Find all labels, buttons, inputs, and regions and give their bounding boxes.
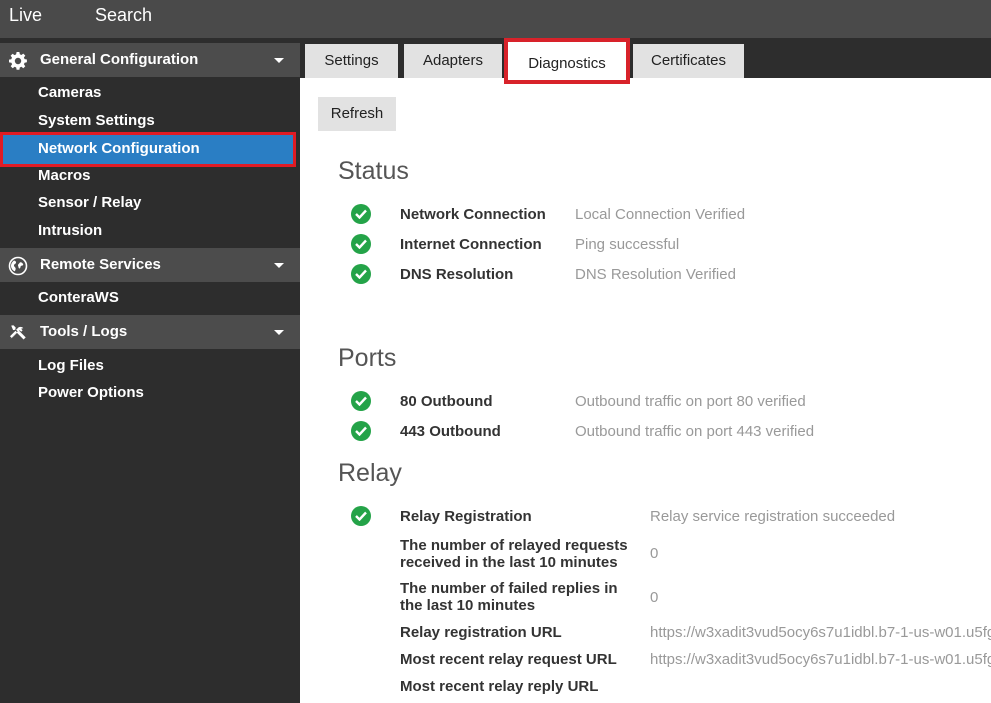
tab-certificates[interactable]: Certificates bbox=[633, 44, 744, 78]
relay-section-title: Relay bbox=[338, 459, 402, 487]
gear-icon bbox=[8, 51, 28, 71]
sidebar-item-label: Intrusion bbox=[38, 222, 103, 239]
port-value: Outbound traffic on port 443 verified bbox=[575, 423, 815, 440]
relay-label: The number of failed replies in the last… bbox=[400, 580, 618, 614]
status-value: Ping successful bbox=[575, 236, 680, 253]
status-value: DNS Resolution Verified bbox=[575, 266, 736, 283]
port-value: Outbound traffic on port 80 verified bbox=[575, 393, 806, 410]
status-label: Internet Connection bbox=[400, 236, 542, 253]
refresh-button[interactable]: Refresh bbox=[318, 97, 396, 131]
tab-adapters[interactable]: Adapters bbox=[404, 44, 502, 78]
relay-label: Relay Registration bbox=[400, 508, 532, 525]
check-icon bbox=[351, 391, 371, 411]
status-value: Local Connection Verified bbox=[575, 206, 746, 223]
check-icon bbox=[351, 204, 371, 224]
general-configuration-label: General Configuration bbox=[40, 51, 199, 68]
check-icon bbox=[351, 264, 371, 284]
relay-label: Most recent relay reply URL bbox=[400, 678, 599, 695]
search-nav-link[interactable]: Search bbox=[95, 5, 152, 26]
sidebar-item-label: System Settings bbox=[38, 112, 155, 129]
remote-services-label: Remote Services bbox=[40, 256, 161, 273]
relay-label: Relay registration URL bbox=[400, 624, 562, 641]
tab-diagnostics[interactable]: Diagnostics bbox=[504, 38, 630, 84]
sidebar-item-conterows[interactable]: ConteraWS bbox=[0, 285, 300, 312]
status-label: DNS Resolution bbox=[400, 266, 514, 283]
chevron-down-icon bbox=[274, 330, 284, 335]
remote-services-header[interactable]: Remote Services bbox=[0, 248, 300, 282]
relay-url-value: https://w3xadit3vud5ocy6s7u1idbl.b7-1-us… bbox=[650, 651, 991, 668]
top-nav-bar: Live Search bbox=[0, 0, 991, 38]
check-icon bbox=[351, 421, 371, 441]
sidebar-item-cameras[interactable]: Cameras bbox=[0, 80, 300, 107]
status-label: Network Connection bbox=[400, 206, 546, 223]
live-nav-link[interactable]: Live bbox=[9, 5, 42, 26]
port-label: 80 Outbound bbox=[400, 393, 493, 410]
tab-bar: Settings Adapters Diagnostics Certificat… bbox=[300, 38, 991, 84]
sidebar-item-label: Cameras bbox=[38, 84, 102, 101]
relay-url-value: https://w3xadit3vud5ocy6s7u1idbl.b7-1-us… bbox=[650, 624, 991, 641]
relay-value: Relay service registration succeeded bbox=[650, 508, 896, 525]
relay-label: Most recent relay request URL bbox=[400, 651, 617, 668]
ports-section-title: Ports bbox=[338, 344, 397, 372]
sidebar: General Configuration Cameras System Set… bbox=[0, 38, 300, 703]
sidebar-item-system-settings[interactable]: System Settings bbox=[0, 108, 300, 135]
sidebar-item-label: ConteraWS bbox=[38, 289, 119, 306]
sidebar-item-intrusion[interactable]: Intrusion bbox=[0, 218, 300, 245]
check-icon bbox=[351, 234, 371, 254]
sidebar-item-label: Sensor / Relay bbox=[38, 194, 142, 211]
general-configuration-header[interactable]: General Configuration bbox=[0, 43, 300, 77]
sidebar-item-power-options[interactable]: Power Options bbox=[0, 380, 300, 407]
tools-icon bbox=[8, 323, 28, 343]
port-label: 443 Outbound bbox=[400, 423, 501, 440]
relay-value: 0 bbox=[650, 545, 659, 562]
chevron-down-icon bbox=[274, 58, 284, 63]
globe-icon bbox=[8, 256, 28, 276]
relay-label: The number of relayed requests received … bbox=[400, 537, 628, 571]
check-icon bbox=[351, 506, 371, 526]
tools-logs-header[interactable]: Tools / Logs bbox=[0, 315, 300, 349]
sidebar-item-label: Network Configuration bbox=[38, 140, 200, 157]
sidebar-item-label: Power Options bbox=[38, 384, 144, 401]
sidebar-item-log-files[interactable]: Log Files bbox=[0, 353, 300, 380]
chevron-down-icon bbox=[274, 263, 284, 268]
sidebar-item-macros[interactable]: Macros bbox=[0, 163, 300, 190]
sidebar-item-sensor-relay[interactable]: Sensor / Relay bbox=[0, 190, 300, 217]
sidebar-item-label: Log Files bbox=[38, 357, 104, 374]
sidebar-item-network-configuration[interactable]: Network Configuration bbox=[0, 132, 296, 167]
tab-settings[interactable]: Settings bbox=[305, 44, 398, 78]
tools-logs-label: Tools / Logs bbox=[40, 323, 128, 340]
status-section-title: Status bbox=[338, 157, 409, 185]
relay-value: 0 bbox=[650, 589, 659, 606]
sidebar-item-label: Macros bbox=[38, 167, 91, 184]
